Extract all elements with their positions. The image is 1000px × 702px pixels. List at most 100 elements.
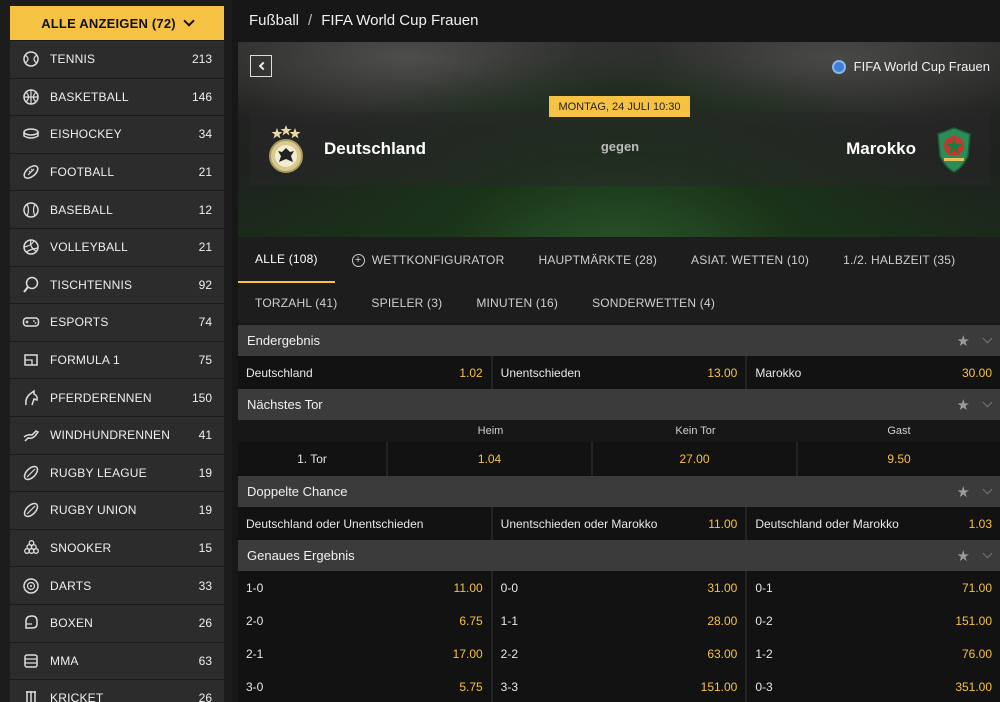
sidebar-item-label: BASKETBALL <box>50 89 129 104</box>
odds-cell[interactable]: 1-1 28.00 <box>492 604 748 637</box>
odds-cell[interactable]: 3-0 5.75 <box>238 670 493 702</box>
football-icon <box>22 163 40 181</box>
tab-label: SPIELER (3) <box>371 296 443 310</box>
tab-sonderwetten-4[interactable]: SONDERWETTEN (4) <box>575 280 732 326</box>
back-button[interactable] <box>250 55 272 77</box>
odds-cell[interactable]: Unentschieden oder Marokko 11.00 <box>492 507 748 540</box>
selection-label: 0-3 <box>755 679 773 694</box>
breadcrumb-competition[interactable]: FIFA World Cup Frauen <box>321 12 478 29</box>
odds-cell[interactable]: 2-1 17.00 <box>238 637 493 670</box>
sidebar-item-label: EISHOCKEY <box>50 127 122 142</box>
chevron-down-icon[interactable] <box>982 484 993 495</box>
tab-asiat-wetten-10[interactable]: ASIAT. WETTEN (10) <box>674 237 826 283</box>
tab-torzahl-41[interactable]: TORZAHL (41) <box>238 280 354 326</box>
gamepad-icon <box>22 313 40 331</box>
sidebar-item-mma[interactable]: MMA 63 <box>10 642 224 680</box>
odds-cell[interactable]: 2-2 63.00 <box>492 637 748 670</box>
odds-cell[interactable]: 9.50 <box>798 442 1000 476</box>
paddle-icon <box>22 276 40 294</box>
match-date-badge: MONTAG, 24 JULI 10:30 <box>549 96 690 117</box>
boxing-glove-icon <box>22 614 40 632</box>
tab-label: TORZAHL (41) <box>255 296 338 310</box>
breadcrumb-sport[interactable]: Fußball <box>249 12 299 29</box>
tab-wettkonfigurator[interactable]: + WETTKONFIGURATOR <box>335 237 522 283</box>
sidebar-item-count: 21 <box>198 165 212 180</box>
odds-cell[interactable]: 0-1 71.00 <box>747 571 1000 604</box>
sidebar-item-rugby-union[interactable]: RUGBY UNION 19 <box>10 492 224 529</box>
main-content: Fußball / FIFA World Cup Frauen FIFA Wor… <box>238 0 1000 702</box>
star-icon[interactable]: ★ <box>957 483 970 501</box>
sidebar-item-label: DARTS <box>50 578 92 593</box>
sidebar-item-boxen[interactable]: BOXEN 26 <box>10 604 224 642</box>
star-icon[interactable]: ★ <box>957 332 970 350</box>
tab-spieler-3[interactable]: SPIELER (3) <box>354 280 459 326</box>
odds-cell[interactable]: 0-0 31.00 <box>492 571 748 604</box>
selection-label: Unentschieden oder Marokko <box>500 516 658 531</box>
odds-cell[interactable]: Deutschland oder Marokko 1.03 <box>747 507 1000 540</box>
chevron-down-icon[interactable] <box>982 397 993 408</box>
tab-alle-108[interactable]: ALLE (108) <box>238 237 335 283</box>
selection-label: 3-3 <box>500 679 519 694</box>
odds-cell[interactable]: 1-2 76.00 <box>747 637 1000 670</box>
odds-cell[interactable]: Deutschland oder Unentschieden <box>238 507 493 540</box>
sidebar-item-rugby-league[interactable]: RUGBY LEAGUE 19 <box>10 454 224 492</box>
markets-list: Endergebnis ★ Deutschland 1.02 Unentschie… <box>238 325 1000 702</box>
sidebar-item-label: FORMULA 1 <box>50 353 120 368</box>
market-row: Deutschland 1.02 Unentschieden 13.00 Marok… <box>238 356 1000 389</box>
selection-label: 0-0 <box>500 580 519 595</box>
odds-cell[interactable]: 0-2 151.00 <box>747 604 1000 637</box>
odds-value: 76.00 <box>961 646 993 661</box>
show-all-button[interactable]: ALLE ANZEIGEN (72) <box>10 6 224 40</box>
sidebar-item-formula-1[interactable]: FORMULA 1 75 <box>10 341 224 379</box>
sidebar-item-count: 75 <box>198 353 212 368</box>
sidebar-item-windhundrennen[interactable]: WINDHUNDRENNEN 41 <box>10 416 224 454</box>
sidebar-item-count: 21 <box>198 240 212 255</box>
selection-label: Deutschland <box>246 365 313 380</box>
chevron-down-icon <box>183 14 195 27</box>
odds-value: 31.00 <box>707 580 738 595</box>
star-icon[interactable]: ★ <box>957 396 970 414</box>
sidebar-item-kricket[interactable]: KRICKET 26 <box>10 680 224 702</box>
sidebar-item-darts[interactable]: DARTS 33 <box>10 567 224 604</box>
sidebar-item-basketball[interactable]: BASKETBALL 146 <box>10 78 224 116</box>
odds-value: 5.75 <box>459 679 483 694</box>
odds-cell[interactable]: 2-0 6.75 <box>238 604 493 637</box>
sidebar-item-esports[interactable]: ESPORTS 74 <box>10 304 224 341</box>
sidebar-item-baseball[interactable]: BASEBALL 12 <box>10 191 224 228</box>
sidebar-item-tischtennis[interactable]: TISCHTENNIS 92 <box>10 266 224 304</box>
odds-cell[interactable]: 27.00 <box>593 442 798 476</box>
odds-cell[interactable]: Deutschland 1.02 <box>238 356 493 389</box>
sidebar-item-eishockey[interactable]: EISHOCKEY 34 <box>10 116 224 153</box>
chevron-down-icon[interactable] <box>982 333 993 344</box>
tab-minuten-16[interactable]: MINUTEN (16) <box>459 280 575 326</box>
competition-label[interactable]: FIFA World Cup Frauen <box>831 59 990 74</box>
odds-cell[interactable]: 1-0 11.00 <box>238 571 493 604</box>
odds-value: 13.00 <box>707 365 738 380</box>
market-header-endergebnis[interactable]: Endergebnis ★ <box>238 325 1000 356</box>
sidebar-item-snooker[interactable]: SNOOKER 15 <box>10 529 224 567</box>
sidebar-item-tennis[interactable]: TENNIS 213 <box>10 41 224 78</box>
horse-icon <box>22 389 40 407</box>
sidebar-item-volleyball[interactable]: VOLLEYBALL 21 <box>10 228 224 266</box>
market-header-naechstes-tor[interactable]: Nächstes Tor ★ <box>238 389 1000 420</box>
market-title: Endergebnis <box>247 333 320 348</box>
market-header-doppelte-chance[interactable]: Doppelte Chance ★ <box>238 476 1000 507</box>
away-team-name: Marokko <box>846 139 916 158</box>
sidebar-item-count: 15 <box>198 541 212 556</box>
chevron-down-icon[interactable] <box>982 548 993 559</box>
sidebar-item-football[interactable]: FOOTBALL 21 <box>10 153 224 191</box>
odds-cell[interactable]: 1.04 <box>388 442 593 476</box>
sidebar-item-pferderennen[interactable]: PFERDERENNEN 150 <box>10 379 224 416</box>
tab-1-2-halbzeit-35[interactable]: 1./2. HALBZEIT (35) <box>826 237 972 283</box>
odds-cell[interactable]: 0-3 351.00 <box>747 670 1000 702</box>
market-header-genaues-ergebnis[interactable]: Genaues Ergebnis ★ <box>238 540 1000 571</box>
star-icon[interactable]: ★ <box>957 547 970 565</box>
odds-cell[interactable]: Unentschieden 13.00 <box>492 356 748 389</box>
market-title: Genaues Ergebnis <box>247 548 355 563</box>
odds-cell[interactable]: 3-3 151.00 <box>492 670 748 702</box>
snooker-icon <box>22 539 40 557</box>
selection-label: 1-0 <box>246 580 264 595</box>
tab-hauptmärkte-28[interactable]: HAUPTMÄRKTE (28) <box>521 237 674 283</box>
sidebar-item-count: 26 <box>198 616 212 631</box>
odds-cell[interactable]: Marokko 30.00 <box>747 356 1000 389</box>
